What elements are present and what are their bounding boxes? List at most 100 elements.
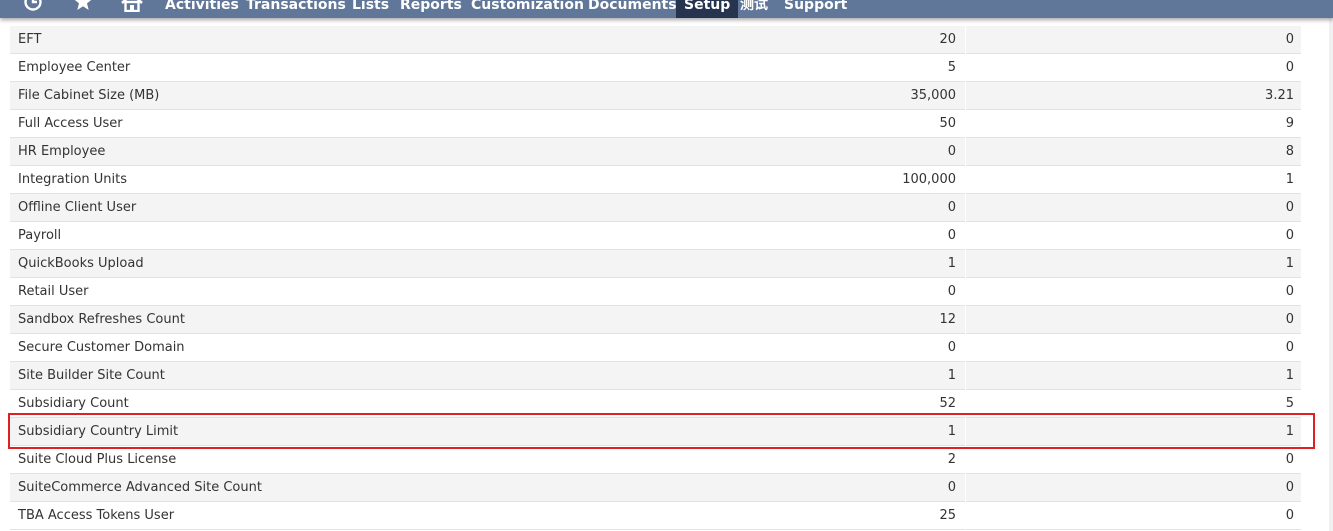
row-used-value: 9 <box>1285 116 1294 131</box>
column-divider <box>965 418 966 446</box>
column-divider <box>965 26 966 54</box>
row-name: Subsidiary Country Limit <box>18 424 179 439</box>
column-divider <box>965 194 966 222</box>
row-used-value: 1 <box>1285 424 1294 439</box>
table-row: Employee Center 5 0 <box>10 54 1301 82</box>
column-divider <box>965 502 966 530</box>
row-used-value: 0 <box>1285 32 1294 47</box>
row-limit-value: 0 <box>947 200 956 215</box>
row-limit-value: 0 <box>947 284 956 299</box>
column-divider <box>965 82 966 110</box>
table-row: Offline Client User 0 0 <box>10 194 1301 222</box>
row-limit-value: 1 <box>947 424 956 439</box>
row-name: Subsidiary Count <box>18 396 129 411</box>
row-limit-value: 2 <box>947 452 956 467</box>
row-name: EFT <box>18 32 42 47</box>
row-name: Secure Customer Domain <box>18 340 185 355</box>
table-row: EFT 20 0 <box>10 26 1301 54</box>
column-divider <box>965 306 966 334</box>
table-row: Sandbox Refreshes Count 12 0 <box>10 306 1301 334</box>
recent-records-icon[interactable] <box>22 0 44 13</box>
row-used-value: 0 <box>1285 284 1294 299</box>
account-limits-table: EFT 20 0 Employee Center 5 0 File Cabinet Size… <box>10 26 1301 530</box>
home-icon[interactable] <box>120 0 144 13</box>
row-name: Full Access User <box>18 116 123 131</box>
row-name: HR Employee <box>18 144 106 159</box>
column-divider <box>965 474 966 502</box>
column-divider <box>965 390 966 418</box>
row-name: TBA Access Tokens User <box>18 508 175 523</box>
column-divider <box>965 362 966 390</box>
row-limit-value: 0 <box>947 340 956 355</box>
row-name: Employee Center <box>18 60 131 75</box>
row-name: Offline Client User <box>18 200 137 215</box>
top-navigation-bar: Activities Transactions Lists Reports Cu… <box>0 0 1333 18</box>
row-used-value: 0 <box>1285 312 1294 327</box>
table-row: TBA Access Tokens User 25 0 <box>10 502 1301 530</box>
table-row: Suite Cloud Plus License 2 0 <box>10 446 1301 474</box>
table-row: HR Employee 0 8 <box>10 138 1301 166</box>
table-row: SuiteCommerce Advanced Site Count 0 0 <box>10 474 1301 502</box>
table-row: QuickBooks Upload 1 1 <box>10 250 1301 278</box>
row-name: QuickBooks Upload <box>18 256 144 271</box>
scrollbar[interactable] <box>1329 18 1333 531</box>
row-used-value: 8 <box>1285 144 1294 159</box>
column-divider <box>965 278 966 306</box>
nav-transactions[interactable]: Transactions <box>246 0 346 16</box>
row-used-value: 1 <box>1285 368 1294 383</box>
row-used-value: 1 <box>1285 256 1294 271</box>
row-used-value: 0 <box>1285 228 1294 243</box>
nav-test[interactable]: 测试 <box>740 0 768 16</box>
row-limit-value: 100,000 <box>902 172 956 187</box>
table-row: Integration Units 100,000 1 <box>10 166 1301 194</box>
nav-setup[interactable]: Setup <box>676 0 739 18</box>
row-used-value: 5 <box>1285 396 1294 411</box>
row-name: Site Builder Site Count <box>18 368 165 383</box>
table-row: Subsidiary Country Limit 1 1 <box>10 418 1301 446</box>
table-row: Site Builder Site Count 1 1 <box>10 362 1301 390</box>
row-used-value: 0 <box>1285 480 1294 495</box>
nav-customization[interactable]: Customization <box>471 0 584 16</box>
row-limit-value: 5 <box>947 60 956 75</box>
table-row: Payroll 0 0 <box>10 222 1301 250</box>
table-row: Full Access User 50 9 <box>10 110 1301 138</box>
row-name: SuiteCommerce Advanced Site Count <box>18 480 262 495</box>
column-divider <box>965 222 966 250</box>
column-divider <box>965 250 966 278</box>
row-limit-value: 52 <box>939 396 956 411</box>
row-name: Payroll <box>18 228 62 243</box>
column-divider <box>965 54 966 82</box>
nav-documents[interactable]: Documents <box>588 0 677 16</box>
row-limit-value: 50 <box>939 116 956 131</box>
row-limit-value: 25 <box>939 508 956 523</box>
table-row: File Cabinet Size (MB) 35,000 3.21 <box>10 82 1301 110</box>
column-divider <box>965 166 966 194</box>
table-row: Subsidiary Count 52 5 <box>10 390 1301 418</box>
row-limit-value: 12 <box>939 312 956 327</box>
table-row: Secure Customer Domain 0 0 <box>10 334 1301 362</box>
row-used-value: 0 <box>1285 200 1294 215</box>
row-used-value: 0 <box>1285 452 1294 467</box>
table-row: Retail User 0 0 <box>10 278 1301 306</box>
row-name: Integration Units <box>18 172 128 187</box>
nav-support[interactable]: Support <box>784 0 847 16</box>
column-divider <box>965 446 966 474</box>
row-used-value: 0 <box>1285 508 1294 523</box>
row-limit-value: 1 <box>947 256 956 271</box>
row-name: Retail User <box>18 284 89 299</box>
row-limit-value: 1 <box>947 368 956 383</box>
row-name: File Cabinet Size (MB) <box>18 88 160 103</box>
column-divider <box>965 334 966 362</box>
nav-lists[interactable]: Lists <box>352 0 389 16</box>
column-divider <box>965 138 966 166</box>
row-name: Sandbox Refreshes Count <box>18 312 185 327</box>
nav-activities[interactable]: Activities <box>165 0 239 16</box>
row-used-value: 3.21 <box>1265 88 1294 103</box>
nav-reports[interactable]: Reports <box>400 0 462 16</box>
row-limit-value: 0 <box>947 228 956 243</box>
row-limit-value: 0 <box>947 144 956 159</box>
column-divider <box>965 110 966 138</box>
shortcuts-star-icon[interactable] <box>72 0 94 13</box>
row-used-value: 0 <box>1285 60 1294 75</box>
row-limit-value: 35,000 <box>910 88 957 103</box>
